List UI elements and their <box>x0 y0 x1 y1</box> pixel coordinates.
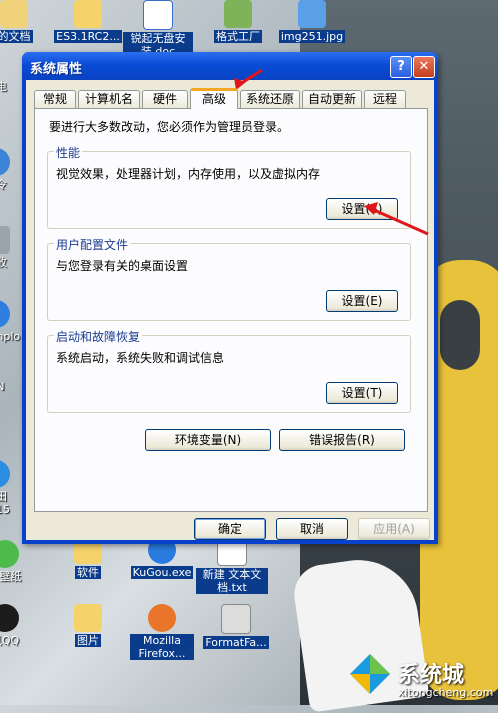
desktop-icon-label: 格式工厂 <box>214 30 262 43</box>
dialog-client-area: 常规 计算机名 硬件 高级 系统还原 自动更新 远程 要进行大多数改动，您必须作… <box>26 80 434 540</box>
tab-computer-name[interactable]: 计算机名 <box>78 90 140 108</box>
format-factory-file-icon <box>221 604 251 634</box>
desktop-icon-word-doc[interactable]: 锐起无盘安装.doc <box>122 0 194 58</box>
ie-icon <box>0 300 10 328</box>
folder-icon <box>74 0 102 28</box>
desktop-icon-label: FormatFa... <box>203 636 269 649</box>
network-icon <box>0 148 10 176</box>
pictures-folder-icon <box>74 604 102 632</box>
user-profiles-group-title: 用户配置文件 <box>54 236 131 253</box>
desktop-icon-qq[interactable]: 讯QQ <box>0 604 40 647</box>
desktop-icon-label: ON <box>0 380 5 393</box>
firefox-icon <box>148 604 176 632</box>
startup-recovery-description: 系统启动，系统失败和调试信息 <box>56 351 225 365</box>
desktop-icon-label: 里田2015 <box>0 490 10 516</box>
tab-remote[interactable]: 远程 <box>364 90 406 108</box>
system-properties-dialog: 系统属性 ? ✕ 常规 计算机名 硬件 高级 系统还原 自动更新 远程 要进行大… <box>22 52 438 544</box>
environment-variables-button[interactable]: 环境变量(N) <box>145 429 271 451</box>
desktop-icon-wallpaper[interactable]: 度壁纸 <box>0 540 40 583</box>
wallpaper-app-icon <box>0 540 19 568</box>
desktop-icon-label: 度壁纸 <box>0 570 22 583</box>
desktop-icon-label: 上令 <box>0 178 7 191</box>
performance-group: 性能 视觉效果，处理器计划，内存使用，以及虚拟内存 设置(S) <box>47 144 411 229</box>
desktop-icon-label: 软件 <box>75 566 101 579</box>
desktop-icon-es31[interactable]: ES3.1RC2... <box>52 0 124 43</box>
user-profiles-settings-button[interactable]: 设置(E) <box>326 290 398 312</box>
admin-note: 要进行大多数改动，您必须作为管理员登录。 <box>49 120 290 134</box>
desktop-icon-my-computer[interactable]: 的电 <box>0 80 22 93</box>
help-button[interactable]: ? <box>390 56 412 78</box>
tab-hardware[interactable]: 硬件 <box>142 90 188 108</box>
tab-automatic-updates[interactable]: 自动更新 <box>302 90 362 108</box>
format-factory-icon <box>224 0 252 28</box>
error-reporting-button[interactable]: 错误报告(R) <box>279 429 405 451</box>
startup-recovery-group-title: 启动和故障恢复 <box>54 328 143 345</box>
wallpaper-shape <box>440 300 480 370</box>
desktop-icon-label: Mozilla Firefox... <box>130 634 194 660</box>
dialog-titlebar[interactable]: 系统属性 ? ✕ <box>22 52 438 80</box>
user-profiles-group: 用户配置文件 与您登录有关的桌面设置 设置(E) <box>47 236 411 321</box>
my-documents-icon <box>0 0 28 28</box>
desktop-icon-format-file[interactable]: FormatFa... <box>200 604 272 649</box>
close-button[interactable]: ✕ <box>413 56 435 78</box>
image-file-icon <box>298 0 326 28</box>
desktop-icon-format-factory[interactable]: 格式工厂 <box>202 0 274 43</box>
desktop-icon-label: 新建 文本文档.txt <box>196 568 268 594</box>
desktop-icon-label: img251.jpg <box>278 30 346 43</box>
dialog-title: 系统属性 <box>30 62 83 77</box>
desktop-icon-img251[interactable]: img251.jpg <box>276 0 348 43</box>
desktop-icon-text-file[interactable]: 新建 文本文档.txt <box>196 536 268 594</box>
desktop-icon-label: 讯QQ <box>0 634 20 647</box>
desktop-icon-ie[interactable]: ternplo <box>0 300 22 343</box>
startup-recovery-settings-button[interactable]: 设置(T) <box>326 382 398 404</box>
watermark-url: xitongcheng.com <box>398 686 494 699</box>
performance-description: 视觉效果，处理器计划，内存使用，以及虚拟内存 <box>56 167 321 181</box>
cancel-button[interactable]: 取消 <box>276 518 348 540</box>
watermark-logo-icon <box>350 654 390 694</box>
desktop-icon-label: KuGou.exe <box>130 566 194 579</box>
apply-button[interactable]: 应用(A) <box>358 518 430 540</box>
desktop-icon-label: ES3.1RC2... <box>54 30 122 43</box>
desktop-icon-label: 的电 <box>0 80 7 93</box>
desktop-icon-label: 图片 <box>75 634 101 647</box>
desktop-icon-recycle-bin[interactable]: 回收 <box>0 226 22 269</box>
desktop-icon-network[interactable]: 上令 <box>0 148 22 191</box>
desktop-icon-label: ternplo <box>0 330 21 343</box>
desktop-icon-label: 的文档 <box>0 30 33 43</box>
desktop-icon-app2[interactable]: 里田2015 <box>0 460 22 516</box>
watermark-brand: 系统城 <box>398 663 465 688</box>
app-icon-2 <box>0 460 10 488</box>
word-doc-icon <box>143 0 173 30</box>
desktop-icon-on[interactable]: ON <box>0 380 22 393</box>
performance-settings-button[interactable]: 设置(S) <box>326 198 398 220</box>
recycle-bin-icon <box>0 226 10 254</box>
tab-advanced[interactable]: 高级 <box>190 88 238 109</box>
desktop-icon-pictures[interactable]: 图片 <box>52 604 124 647</box>
desktop-icon-label: 回收 <box>0 256 7 269</box>
advanced-tab-panel: 要进行大多数改动，您必须作为管理员登录。 性能 视觉效果，处理器计划，内存使用，… <box>34 108 428 512</box>
startup-recovery-group: 启动和故障恢复 系统启动，系统失败和调试信息 设置(T) <box>47 328 411 413</box>
desktop-icon-my-documents[interactable]: 的文档 <box>0 0 50 43</box>
desktop-icon-firefox[interactable]: Mozilla Firefox... <box>126 604 198 660</box>
ok-button[interactable]: 确定 <box>194 518 266 540</box>
performance-group-title: 性能 <box>54 144 83 161</box>
user-profiles-description: 与您登录有关的桌面设置 <box>56 259 189 273</box>
qq-icon <box>0 604 19 632</box>
tab-general[interactable]: 常规 <box>34 90 76 108</box>
tab-system-restore[interactable]: 系统还原 <box>240 90 300 108</box>
